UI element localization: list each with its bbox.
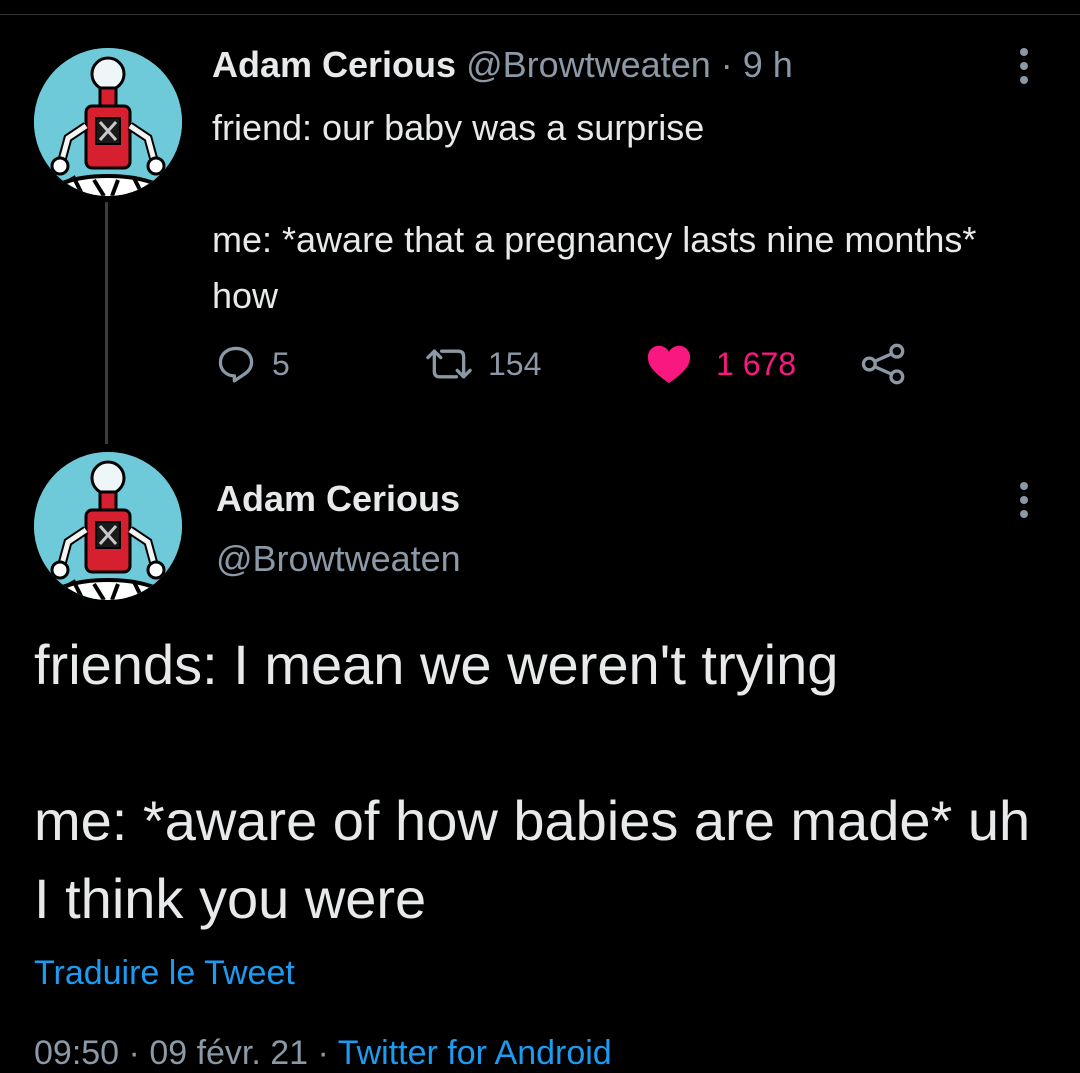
author-name[interactable]: Adam Cerious [216, 478, 460, 520]
robot-avatar-icon [34, 48, 182, 196]
tweet-meta: 09:50 · 09 févr. 21 · Twitter for Androi… [34, 1034, 612, 1072]
heart-filled-icon [647, 345, 691, 384]
more-options-icon[interactable] [1018, 48, 1030, 90]
reply-count: 5 [272, 345, 290, 382]
more-options-icon[interactable] [1018, 482, 1030, 524]
tweet-meta-time[interactable]: 09:50 [34, 1034, 119, 1072]
tweet-source-app[interactable]: Twitter for Android [338, 1034, 612, 1072]
reply-button[interactable]: 5 [214, 340, 290, 388]
avatar[interactable] [34, 48, 182, 196]
retweet-button[interactable]: 154 [424, 340, 541, 388]
tweet-header: Adam Cerious @Browtweaten · 9 h [212, 44, 793, 86]
avatar[interactable] [34, 452, 182, 600]
retweet-icon [426, 349, 472, 379]
retweet-count: 154 [488, 345, 542, 382]
translate-tweet-link[interactable]: Traduire le Tweet [34, 954, 295, 993]
tweet-time[interactable]: 9 h [743, 44, 793, 85]
top-divider [0, 14, 1080, 15]
author-name[interactable]: Adam Cerious [212, 44, 456, 85]
robot-avatar-icon [34, 452, 182, 600]
tweet-meta-date[interactable]: 09 févr. 21 [149, 1034, 308, 1072]
like-count: 1 678 [716, 345, 797, 382]
share-button[interactable] [860, 340, 922, 388]
share-icon [861, 343, 905, 385]
tweet-text: friends: I mean we weren't trying me: *a… [34, 633, 1031, 930]
thread-connector-line [105, 202, 108, 444]
tweet-text: friend: our baby was a surprise me: *awa… [212, 107, 977, 316]
reply-icon [218, 346, 254, 383]
like-button[interactable]: 1 678 [646, 340, 796, 388]
author-handle[interactable]: @Browtweaten [466, 44, 711, 85]
header-separator: · [720, 44, 733, 85]
author-handle[interactable]: @Browtweaten [216, 538, 461, 580]
